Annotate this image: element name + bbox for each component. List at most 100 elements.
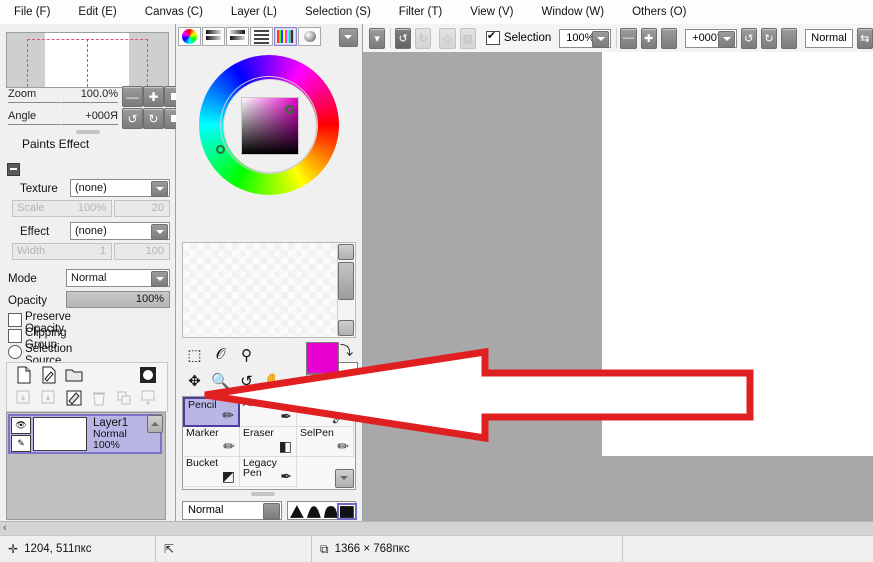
menu-layer[interactable]: Layer (L) xyxy=(222,4,286,20)
texture-combo[interactable]: (none) xyxy=(70,179,170,197)
horizontal-scrollbar[interactable]: ‹ xyxy=(0,521,873,536)
angle-field[interactable]: +000° xyxy=(685,28,737,48)
layer-list[interactable]: 👁 ✎ Layer1 Normal 100% xyxy=(6,412,166,520)
zoom-field[interactable]: 100% xyxy=(559,28,611,48)
menu-file[interactable]: File (F) xyxy=(5,4,59,20)
canvas-page[interactable] xyxy=(602,52,873,456)
rotate-cw-button[interactable]: ↻ xyxy=(143,108,164,129)
gradient-mode-button[interactable] xyxy=(298,27,321,46)
view-mode-field[interactable]: Normal xyxy=(805,28,853,48)
zoom-icon[interactable]: 🔍 xyxy=(208,368,233,393)
clipping-group-checkbox[interactable] xyxy=(8,329,22,343)
hand-icon[interactable]: ✋ xyxy=(260,368,285,393)
tool-airbrush[interactable]: AirBrush ✒ xyxy=(240,397,297,427)
scratchpad-scrollbar[interactable] xyxy=(337,244,354,336)
canvas-area[interactable] xyxy=(363,52,873,521)
layer-mask-icon[interactable] xyxy=(139,366,157,384)
color-wheel-panel[interactable] xyxy=(182,50,356,236)
zoom-slider-row[interactable]: Zoom 100.0% xyxy=(8,88,118,110)
selection-checkbox[interactable] xyxy=(485,29,500,45)
new-folder-icon[interactable] xyxy=(65,366,83,384)
chevron-down-icon[interactable] xyxy=(151,224,168,240)
scratchpad-scroll-down[interactable] xyxy=(338,320,354,336)
new-linework-layer-icon[interactable] xyxy=(40,366,58,384)
chevron-down-icon[interactable] xyxy=(151,181,168,197)
menu-others[interactable]: Others (O) xyxy=(623,4,695,20)
mode-combo[interactable]: Normal xyxy=(66,269,170,287)
toolbar-rotate-ccw-button[interactable]: ↺ xyxy=(740,27,757,49)
menu-window[interactable]: Window (W) xyxy=(532,4,613,20)
selection-checkbox-row[interactable]: Selection xyxy=(485,29,551,45)
new-layer-icon[interactable] xyxy=(15,366,33,384)
move-icon[interactable]: ✥ xyxy=(182,368,207,393)
swap-colors-icon[interactable]: ⤵ xyxy=(340,340,353,359)
layer-list-item[interactable]: 👁 ✎ Layer1 Normal 100% xyxy=(8,414,162,454)
toolbar-rotate-reset-button[interactable] xyxy=(781,27,798,49)
selection-source-radio[interactable] xyxy=(8,345,22,359)
tool-brush[interactable]: Brush 🖌 xyxy=(297,397,354,427)
hsv-sliders-mode-button[interactable] xyxy=(226,27,249,46)
layer-list-scroll-up[interactable] xyxy=(147,415,163,433)
brush-shape-sharp-icon[interactable] xyxy=(289,505,305,518)
tool-eraser[interactable]: Eraser ◧ xyxy=(240,427,297,457)
tool-selpen[interactable]: SelPen ✏ xyxy=(297,427,354,457)
swatches-mode-button[interactable] xyxy=(274,27,297,46)
toolbar-zoom-reset-button[interactable] xyxy=(660,27,678,49)
scratchpad-scroll-up[interactable] xyxy=(338,244,354,260)
zoom-in-button[interactable]: ✚ xyxy=(143,86,164,107)
paints-effect-collapse-icon[interactable] xyxy=(7,163,20,176)
scratchpad-scroll-thumb[interactable] xyxy=(338,262,354,300)
zoom-slider-knob[interactable] xyxy=(56,102,66,109)
angle-slider-row[interactable]: Angle +000Я xyxy=(8,110,118,132)
chevron-down-icon[interactable] xyxy=(151,271,168,287)
hue-marker[interactable] xyxy=(216,145,225,154)
rotate-ccw-button[interactable]: ↺ xyxy=(122,108,143,129)
toolbar-zoom-in-button[interactable]: ✚ xyxy=(640,27,657,49)
tool-bucket[interactable]: Bucket ◩ xyxy=(183,457,240,487)
brush-blend-combo[interactable]: Normal xyxy=(182,501,282,520)
toolbar-menu-button[interactable]: ▾ xyxy=(369,27,386,49)
transparent-color-swatch[interactable] xyxy=(306,374,323,391)
menu-filter[interactable]: Filter (T) xyxy=(390,4,451,20)
menu-view[interactable]: View (V) xyxy=(461,4,522,20)
clear-layer-icon[interactable] xyxy=(65,389,83,407)
navigator-thumbnail[interactable] xyxy=(6,32,169,88)
rotate-icon[interactable]: ↺ xyxy=(234,368,259,393)
toolbar-zoom-out-button[interactable]: — xyxy=(620,27,637,49)
rgb-sliders-mode-button[interactable] xyxy=(202,27,225,46)
magic-wand-icon[interactable]: ⚲ xyxy=(234,342,259,367)
rectangle-select-icon[interactable]: ⬚ xyxy=(182,342,207,367)
tool-legacy-pen[interactable]: Legacy Pen ✒ xyxy=(240,457,297,487)
panel-grip[interactable] xyxy=(76,130,100,134)
chevron-down-icon[interactable] xyxy=(263,503,280,520)
menu-edit[interactable]: Edit (E) xyxy=(69,4,125,20)
color-wheel-mode-button[interactable] xyxy=(178,27,201,46)
tool-marker[interactable]: Marker ✏ xyxy=(183,427,240,457)
tool-pencil[interactable]: Pencil ✏ xyxy=(183,397,240,427)
brush-shape-flat-icon[interactable] xyxy=(337,503,357,520)
brush-shape-soft-icon[interactable] xyxy=(306,505,322,518)
menu-canvas[interactable]: Canvas (C) xyxy=(136,4,212,20)
layer-select-icon[interactable]: ✎ xyxy=(11,434,31,452)
color-list-mode-button[interactable] xyxy=(250,27,273,46)
toolbar-rotate-cw-button[interactable]: ↻ xyxy=(760,27,778,49)
layer-visibility-icon[interactable]: 👁 xyxy=(11,416,31,434)
scratchpad[interactable] xyxy=(182,242,356,338)
chevron-down-icon[interactable] xyxy=(591,30,609,48)
undo-button[interactable]: ↺ xyxy=(394,27,412,49)
flip-horizontal-button[interactable]: ⇆ xyxy=(856,27,873,49)
lasso-select-icon[interactable]: 𝒪 xyxy=(208,342,233,367)
zoom-out-button[interactable]: — xyxy=(122,86,143,107)
scroll-left-icon[interactable]: ‹ xyxy=(3,522,7,534)
chevron-down-icon[interactable] xyxy=(717,30,735,48)
preserve-opacity-checkbox[interactable] xyxy=(8,313,22,327)
foreground-color-swatch[interactable] xyxy=(306,342,339,374)
color-panel-menu-button[interactable] xyxy=(339,28,358,47)
opacity-slider[interactable]: 100% xyxy=(66,291,170,308)
effect-combo[interactable]: (none) xyxy=(70,222,170,240)
menu-selection[interactable]: Selection (S) xyxy=(296,4,380,20)
angle-slider-knob[interactable] xyxy=(56,124,66,131)
hue-wheel[interactable] xyxy=(199,55,339,195)
sv-marker[interactable] xyxy=(285,105,294,114)
tool-panel-grip[interactable] xyxy=(251,492,275,496)
